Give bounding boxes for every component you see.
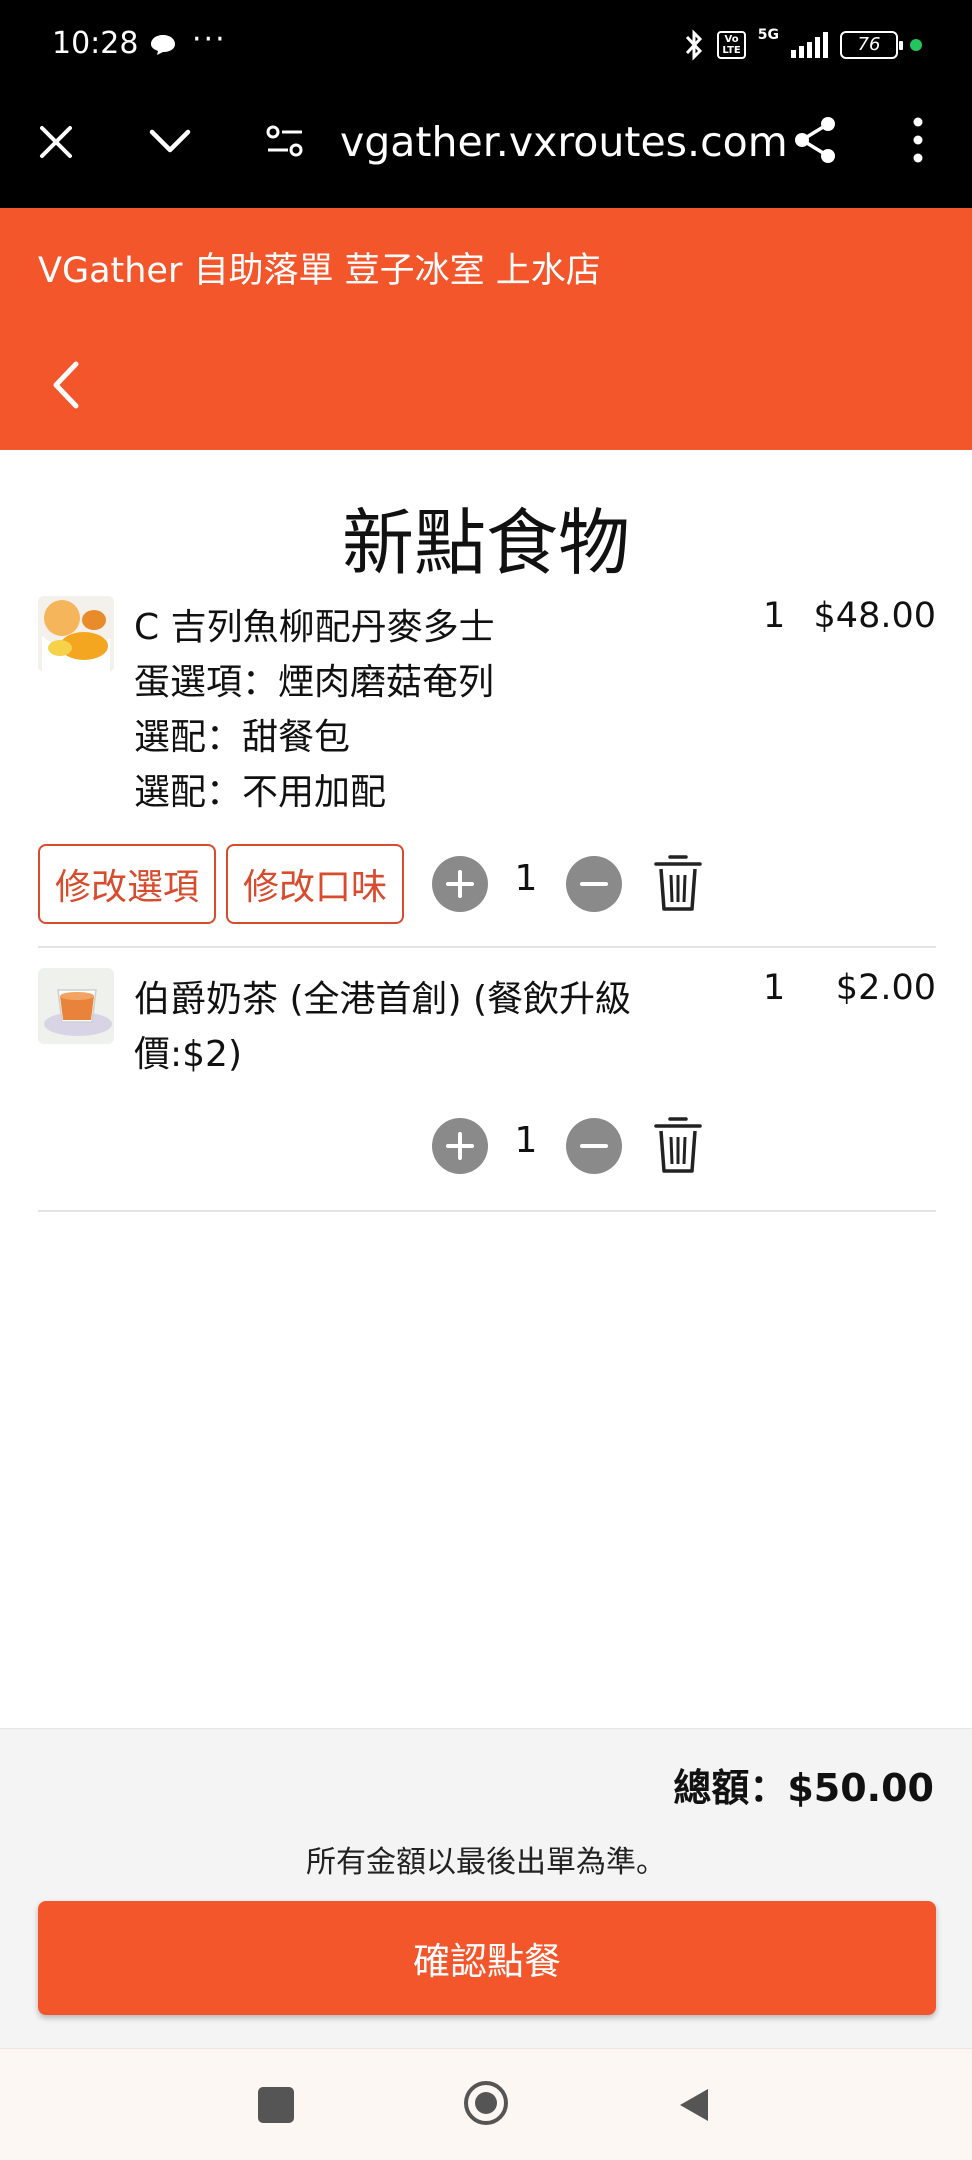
back-arrow-icon[interactable] [46, 358, 86, 412]
edit-taste-button[interactable]: 修改口味 [226, 844, 404, 924]
chevron-down-icon[interactable] [146, 122, 194, 162]
plus-icon [446, 1132, 474, 1160]
item-quantity: 1 [763, 596, 786, 636]
price-disclaimer: 所有金額以最後出單為準。 [306, 1845, 666, 1880]
network-type: 5G [757, 27, 779, 43]
url-bar[interactable]: vgather.vxroutes.com [340, 118, 788, 166]
app-header: VGather 自助落單 荳子冰室 上水店 [0, 208, 972, 450]
item-details: 伯爵奶茶 (全港首創) (餐飲升級價:$2) [134, 972, 694, 1082]
status-icons: Vo LTE 5G 76 [683, 27, 922, 62]
signal-icon [791, 32, 828, 58]
trash-icon[interactable] [652, 1114, 704, 1176]
item-details: C 吉列魚柳配丹麥多士 蛋選項：煙肉磨菇奄列 選配：甜餐包 選配：不用加配 [134, 600, 694, 820]
tune-icon[interactable] [264, 122, 306, 162]
bluetooth-icon [686, 29, 703, 61]
item-price: $48.00 [813, 596, 936, 636]
privacy-indicator-dot [910, 39, 922, 51]
edit-options-button[interactable]: 修改選項 [38, 844, 216, 924]
item-name: 伯爵奶茶 (全港首創) (餐飲升級價:$2) [134, 979, 632, 1075]
system-nav-bar [0, 2048, 972, 2160]
app-header-title: VGather 自助落單 荳子冰室 上水店 [38, 251, 601, 291]
message-icon [151, 35, 175, 55]
stepper-quantity: 1 [514, 1120, 538, 1161]
status-more-indicator: ··· [192, 22, 227, 57]
recent-apps-icon[interactable] [258, 2087, 294, 2123]
decrease-quantity-button[interactable] [566, 1118, 622, 1174]
order-footer: 總額：$50.00 所有金額以最後出單為準。 確認點餐 [0, 1728, 972, 2048]
share-icon[interactable] [792, 114, 840, 166]
home-icon[interactable] [462, 2079, 510, 2127]
item-option: 選配：甜餐包 [134, 717, 351, 758]
trash-icon[interactable] [652, 852, 704, 914]
plus-icon [446, 870, 474, 898]
item-image [38, 596, 114, 672]
battery-icon: 76 [840, 31, 903, 59]
volte-badge: Vo LTE [717, 31, 746, 59]
item-image [38, 968, 114, 1044]
decrease-quantity-button[interactable] [566, 856, 622, 912]
status-time: 10:28 [52, 26, 139, 61]
item-option: 蛋選項：煙肉磨菇奄列 [134, 662, 495, 703]
total-value: $50.00 [787, 1766, 934, 1810]
item-quantity: 1 [763, 968, 786, 1008]
increase-quantity-button[interactable] [432, 856, 488, 912]
close-icon[interactable] [36, 122, 76, 162]
status-bar: 10:28 ··· Vo LTE 5G 76 [0, 0, 972, 92]
page: 10:28 ··· Vo LTE 5G 76 vgather.vxroutes.… [0, 0, 972, 2160]
order-item: 伯爵奶茶 (全港首創) (餐飲升級價:$2) 1 $2.00 1 [38, 962, 936, 1212]
item-option: 選配：不用加配 [134, 772, 387, 813]
minus-icon [580, 882, 608, 886]
total-label: 總額： [673, 1766, 788, 1810]
browser-toolbar: vgather.vxroutes.com [0, 92, 972, 208]
item-price: $2.00 [835, 968, 936, 1008]
page-title: 新點食物 [341, 501, 630, 585]
order-item: C 吉列魚柳配丹麥多士 蛋選項：煙肉磨菇奄列 選配：甜餐包 選配：不用加配 1 … [38, 590, 936, 948]
back-triangle-icon[interactable] [676, 2085, 712, 2125]
stepper-quantity: 1 [514, 858, 538, 899]
item-name: C 吉列魚柳配丹麥多士 [134, 607, 495, 648]
more-vert-icon[interactable] [900, 114, 936, 166]
order-total: 總額：$50.00 [673, 1757, 934, 1812]
increase-quantity-button[interactable] [432, 1118, 488, 1174]
minus-icon [580, 1144, 608, 1148]
confirm-order-button[interactable]: 確認點餐 [38, 1901, 936, 2015]
